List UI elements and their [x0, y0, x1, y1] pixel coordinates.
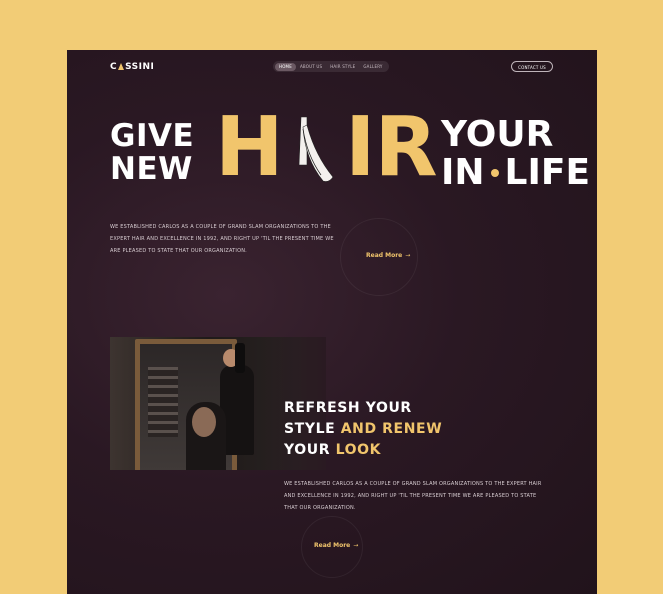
heading-line-2-gold: AND RENEW — [340, 421, 443, 437]
hero-word-in: IN — [441, 152, 485, 193]
logo-prefix: C — [110, 62, 118, 72]
hero-hair-word: H IR — [215, 107, 438, 189]
heading-line-3: YOUR LOOK — [284, 440, 442, 461]
read-more-link-2[interactable]: Read More → — [314, 542, 358, 549]
section-body-text: WE ESTABLISHED CARLOS AS A COUPLE OF GRA… — [284, 481, 542, 511]
razor-icon — [298, 116, 334, 182]
nav-item-about[interactable]: ABOUT US — [296, 63, 326, 71]
heading-line-2-white: STYLE — [284, 421, 341, 437]
hero-word-life: LIFE — [504, 152, 591, 193]
nav-item-home[interactable]: HOME — [275, 62, 296, 71]
heading-line-2: STYLE AND RENEW — [284, 419, 442, 440]
hero-word-new: NEW — [110, 151, 193, 187]
read-more-label: Read More — [366, 252, 403, 259]
contact-us-button[interactable]: CONTACT US — [511, 61, 553, 72]
hero-letter-h: H — [215, 100, 284, 195]
logo[interactable]: C SSINI — [110, 62, 154, 72]
heading-line-3-gold: LOOK — [335, 442, 382, 458]
section-heading: REFRESH YOUR STYLE AND RENEW YOUR LOOK — [284, 398, 442, 461]
read-more-link[interactable]: Read More → — [366, 252, 410, 259]
hero-word-your: YOUR — [441, 114, 554, 155]
hero-intro-text: WE ESTABLISHED CARLOS AS A COUPLE OF GRA… — [110, 224, 334, 254]
hero-letters-ir: IR — [345, 100, 438, 195]
hero-in-life: IN LIFE — [441, 154, 590, 192]
hero-right-words: YOUR IN LIFE — [441, 116, 590, 192]
arrow-right-icon: → — [353, 542, 359, 549]
hero-word-give: GIVE — [110, 118, 195, 154]
arrow-right-icon: → — [405, 252, 411, 259]
main-nav: HOME ABOUT US HAIR STYLE GALLERY — [273, 61, 389, 72]
logo-suffix: SSINI — [125, 62, 155, 72]
heading-line-1: REFRESH YOUR — [284, 400, 412, 416]
read-more-label-2: Read More — [314, 542, 351, 549]
nav-item-hair-style[interactable]: HAIR STYLE — [326, 63, 359, 71]
landing-page: C SSINI HOME ABOUT US HAIR STYLE GALLERY … — [67, 50, 597, 594]
dot-icon — [490, 169, 499, 177]
nav-item-gallery[interactable]: GALLERY — [359, 63, 386, 71]
hero-left-words: GIVE NEW — [110, 120, 194, 186]
heading-line-3-white: YOUR — [284, 442, 336, 458]
logo-triangle-icon — [118, 63, 125, 70]
